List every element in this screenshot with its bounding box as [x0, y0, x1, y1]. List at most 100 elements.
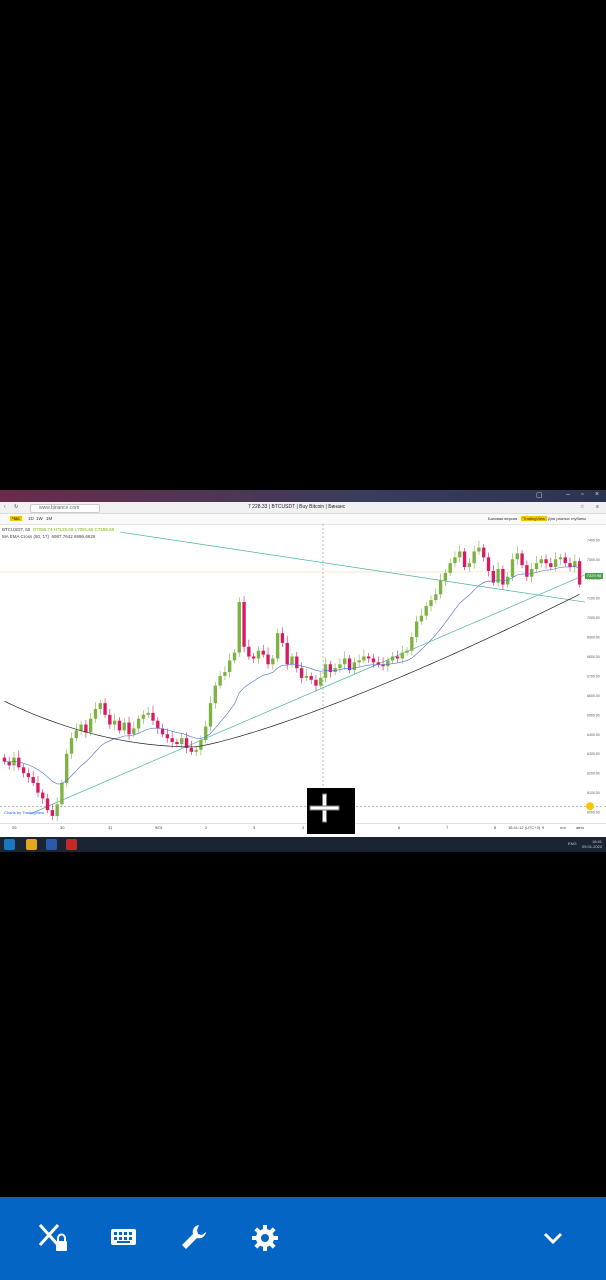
candle-body [31, 777, 35, 783]
candle-body [36, 782, 40, 793]
candle-body [549, 563, 553, 568]
candle-body [534, 563, 539, 569]
candle-body [170, 738, 174, 743]
chrome-icon[interactable] [26, 839, 37, 850]
price-axis-label: 6900.00 [587, 636, 600, 640]
candle-body [453, 557, 457, 564]
crosshair-cursor[interactable] [307, 788, 355, 834]
disconnect-lock-icon[interactable] [36, 1221, 70, 1255]
candle-body [237, 602, 241, 653]
menu-icon[interactable]: ≡ [596, 504, 599, 510]
candle-body [84, 724, 88, 733]
candle-body [539, 559, 543, 564]
candle-body [151, 712, 155, 721]
price-axis-label: 7300.00 [587, 558, 600, 562]
tradingview-button[interactable]: TradingView [521, 516, 548, 521]
candle-body [204, 726, 208, 741]
candle-body [304, 675, 309, 678]
candle-body [266, 654, 270, 665]
price-axis-label: 6400.00 [587, 733, 600, 737]
candle-body [98, 703, 102, 709]
candle-body [21, 767, 26, 774]
candle-body [520, 553, 524, 566]
candle-body [410, 637, 414, 651]
candle-body [290, 656, 294, 665]
reload-icon[interactable]: ↻ [14, 504, 18, 510]
candle-body [103, 703, 107, 715]
candle-body [367, 656, 371, 659]
candle-body [218, 675, 222, 686]
basic-version-button[interactable]: Базовая версия [488, 516, 517, 521]
candle-body [93, 709, 98, 719]
candle-body [247, 646, 251, 657]
candle-body [482, 547, 486, 558]
candle-body [486, 557, 491, 571]
timeframe-hour[interactable]: Час [10, 516, 22, 521]
depth-button[interactable]: Для разных глубины [548, 516, 586, 521]
ie-icon[interactable] [4, 839, 15, 850]
candle-body [108, 714, 112, 725]
candle-body [395, 656, 400, 659]
candle-body [352, 662, 356, 671]
candle-body [271, 658, 275, 665]
auto-scale-toggle[interactable]: авто [576, 825, 584, 830]
remote-desktop-screen[interactable]: ▢ – ▫ × ‹ ↻ www.binance.com 7 228.33 | B… [0, 490, 606, 852]
language-indicator[interactable]: ENG [568, 841, 577, 846]
candle-body [386, 660, 390, 667]
candle-body [26, 773, 31, 778]
candle-body [467, 563, 472, 568]
tradingview-credit[interactable]: Charts by TradingView [4, 810, 44, 815]
bookmark-icon[interactable]: ☆ [580, 504, 584, 510]
candle-body [180, 738, 184, 744]
time-label: 3 [253, 825, 256, 830]
candle-body [558, 557, 563, 560]
crosshair-icon [309, 793, 340, 823]
candle-body [362, 656, 366, 661]
candle-body [319, 677, 323, 686]
yandex-browser-icon[interactable] [66, 839, 77, 850]
explorer-icon[interactable] [46, 839, 57, 850]
taskbar-clock[interactable]: 18:41 09.01.2020 [582, 839, 602, 849]
price-axis-label: 7400.00 [587, 538, 600, 542]
candle-body [371, 658, 376, 663]
candle-body [194, 749, 198, 752]
settings-gear-icon[interactable] [248, 1221, 282, 1255]
maximize-icon[interactable]: ▫ [581, 491, 583, 498]
close-icon[interactable]: × [595, 491, 599, 498]
candle-body [343, 658, 347, 665]
candle-body [189, 747, 194, 752]
candle-body [553, 559, 558, 568]
price-axis-label: 7100.00 [587, 597, 600, 601]
timeframe-1m[interactable]: 1M [44, 516, 54, 521]
candle-body [309, 675, 313, 680]
back-icon[interactable]: ‹ [4, 504, 6, 510]
browser-address-bar: ‹ ↻ www.binance.com 7 228.33 | BTCUSDT |… [0, 502, 606, 514]
candle-body [89, 718, 93, 733]
candle-body [127, 722, 131, 735]
wrench-icon[interactable] [177, 1221, 211, 1255]
ema-fast-line [4, 565, 580, 785]
candle-body [275, 633, 280, 659]
page-title: 7 228.33 | BTCUSDT | Buy Bitcoin | Бинан… [248, 504, 346, 510]
time-label: 9 [542, 825, 545, 830]
time-label: 31 [108, 825, 113, 830]
clock-date: 09.01.2020 [581, 844, 602, 849]
minimize-icon[interactable]: – [566, 491, 570, 498]
candle-body [50, 810, 55, 816]
time-label: 7 [446, 825, 449, 830]
price-chart[interactable]: 7400.007300.007200.007100.007000.006900.… [0, 524, 606, 823]
url-field[interactable]: www.binance.com [30, 504, 100, 513]
collapse-chevron-down-icon[interactable] [536, 1221, 570, 1255]
candle-body [45, 798, 50, 811]
candle-body [424, 605, 428, 616]
candle-body [232, 652, 237, 661]
keyboard-icon[interactable] [106, 1221, 140, 1255]
candle-body [122, 722, 126, 731]
log-scale-toggle[interactable]: лог [560, 825, 566, 830]
candle-body [261, 650, 265, 655]
tab-icon[interactable]: ▢ [536, 491, 543, 499]
price-alert-marker [586, 802, 594, 811]
candle-body [256, 650, 261, 659]
candle-body [41, 792, 45, 799]
candle-body [357, 660, 361, 663]
